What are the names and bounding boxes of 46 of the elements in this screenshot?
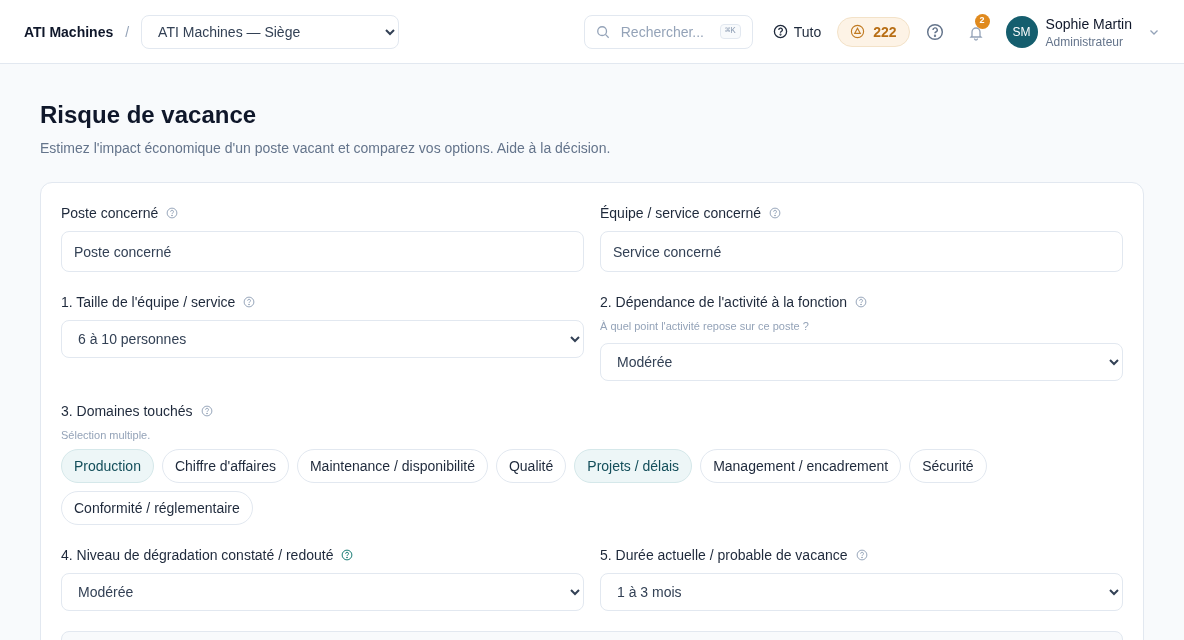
user-avatar[interactable]: SM — [1005, 15, 1038, 48]
domain-chip[interactable]: Conformité / réglementaire — [61, 491, 253, 525]
field-label: 4. Niveau de dégradation constaté / redouté — [61, 546, 334, 565]
page-title: Risque de vacance — [40, 100, 258, 130]
dropdown-select[interactable]: Modérée — [600, 342, 1123, 381]
field-label: 5. Durée actuelle / probable de vacance — [600, 546, 848, 565]
field-hint: À quel point l'activité repose sur ce poste ? — [600, 319, 810, 334]
page-subtitle: Estimez l'impact économique d'un poste vacant et comparez vos options. Aide à la décision. — [40, 139, 612, 158]
dropdown-select[interactable]: 1 à 3 mois — [600, 573, 1123, 611]
shortcut-key: ⌘K — [719, 23, 741, 39]
help-icon[interactable] — [200, 404, 213, 417]
help-icon[interactable] — [243, 296, 256, 308]
user-name: Sophie Martin — [1045, 14, 1132, 34]
question-icon — [772, 24, 788, 39]
field-label: 3. Domaines touchés — [61, 401, 193, 421]
site-select[interactable]: ATI Machines — Siège — [141, 14, 400, 49]
dropdown-select[interactable]: Modérée — [61, 573, 584, 611]
help-icon[interactable] — [925, 22, 944, 41]
field-label: Poste concerné — [61, 204, 159, 223]
domain-chip[interactable]: Production — [61, 449, 154, 483]
field-label: 2. Dépendance de l'activité à la fonction — [600, 293, 848, 312]
search-icon — [595, 24, 610, 39]
help-icon[interactable] — [166, 207, 179, 219]
domain-chip[interactable]: Management / encadrement — [700, 449, 902, 483]
user-role: Administrateur — [1045, 33, 1124, 50]
notification-count: 2 — [974, 13, 990, 29]
tuto-button[interactable]: Tuto — [772, 21, 822, 42]
text-input[interactable]: Service concerné — [600, 231, 1123, 272]
field-label: Équipe / service concerné — [600, 204, 762, 223]
help-icon[interactable] — [855, 549, 868, 561]
field-label: 1. Taille de l'équipe / service — [61, 293, 236, 312]
breadcrumb-separator: / — [125, 22, 130, 42]
dropdown-select[interactable]: 6 à 10 personnes — [61, 320, 584, 358]
domain-chip[interactable]: Sécurité — [909, 449, 987, 483]
help-icon[interactable] — [769, 207, 782, 219]
help-icon[interactable] — [341, 549, 354, 561]
domain-chip[interactable]: Qualité — [495, 449, 567, 483]
brand-name: ATI Machines — [24, 22, 114, 42]
domain-chip[interactable]: Projets / délais — [574, 449, 693, 483]
text-input[interactable]: Poste concerné — [61, 231, 584, 272]
domain-chip[interactable]: Maintenance / disponibilité — [296, 449, 488, 483]
domain-chip[interactable]: Chiffre d'affaires — [161, 449, 289, 483]
help-icon[interactable] — [855, 296, 868, 308]
field-hint: Sélection multiple. — [61, 427, 152, 443]
points-badge: 222 — [837, 16, 910, 47]
bell-icon[interactable] — [967, 24, 984, 41]
